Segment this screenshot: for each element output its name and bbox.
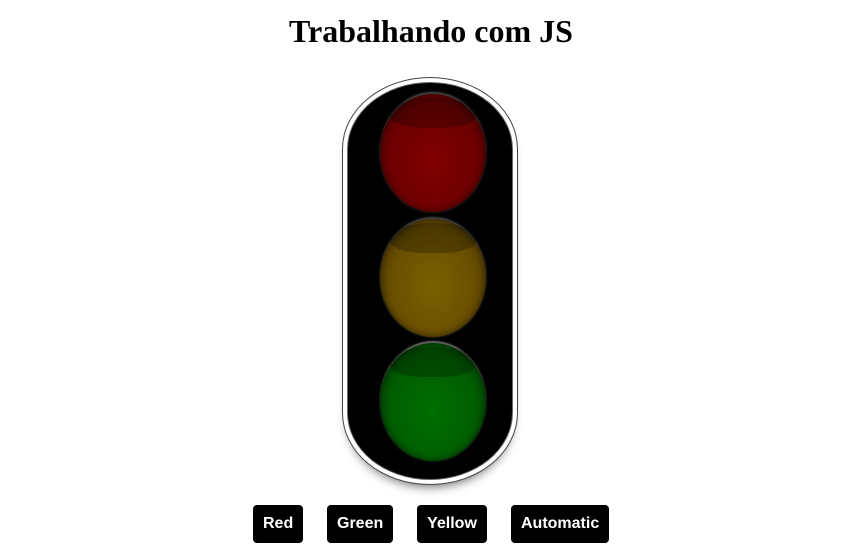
yellow-button[interactable]: Yellow: [417, 505, 487, 543]
traffic-light: [342, 77, 518, 485]
red-lamp: [380, 92, 486, 212]
green-button[interactable]: Green: [327, 505, 393, 543]
traffic-light-housing: [347, 82, 513, 480]
red-button[interactable]: Red: [253, 505, 303, 543]
page-title: Trabalhando com JS: [289, 13, 573, 49]
green-lamp: [380, 341, 486, 461]
automatic-button[interactable]: Automatic: [511, 505, 609, 543]
yellow-lamp: [380, 217, 486, 337]
